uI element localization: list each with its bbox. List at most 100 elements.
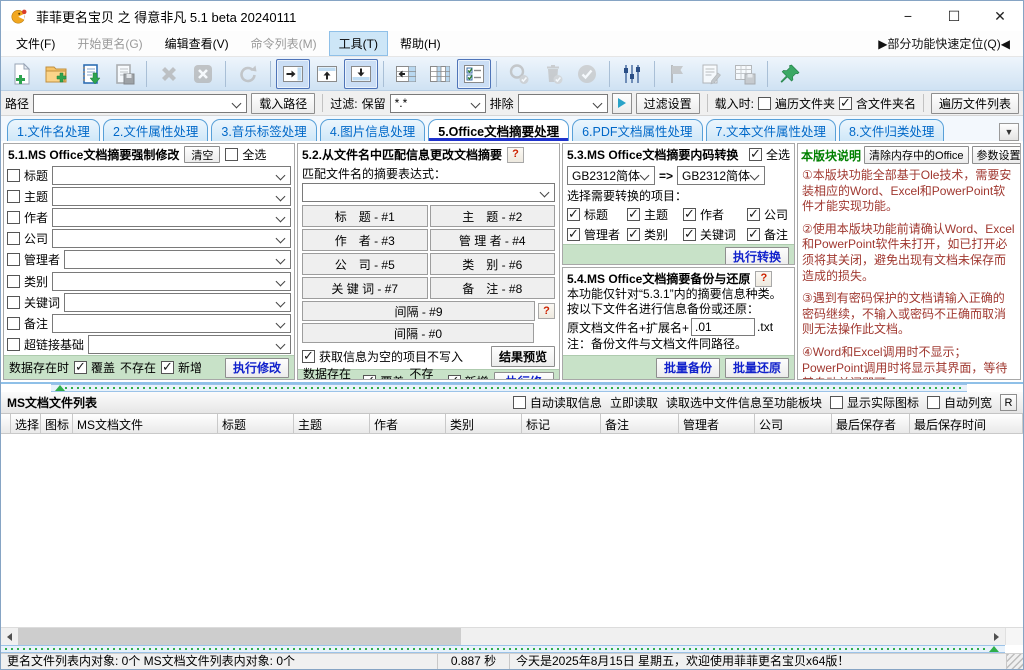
field-value-combobox[interactable] — [52, 208, 291, 227]
close-button[interactable]: ✕ — [977, 1, 1023, 31]
field-value-combobox[interactable] — [64, 293, 291, 312]
convert-item-checkbox-3[interactable]: 作者 — [683, 206, 747, 223]
column-header-8[interactable]: 标记 — [522, 414, 601, 433]
insert-tag-button-5[interactable]: 公 司 - #5 — [302, 253, 428, 275]
menu-edit-view[interactable]: 编辑查看(V) — [155, 31, 239, 56]
flag-button[interactable] — [660, 59, 694, 89]
field-checkbox[interactable] — [7, 296, 20, 309]
file-table-body[interactable] — [1, 434, 1023, 627]
insert-tag-button-4[interactable]: 管 理 者 - #4 — [430, 229, 556, 251]
select-all-checkbox-51[interactable]: 全选 — [225, 146, 266, 163]
help-button-52[interactable]: ? — [507, 147, 524, 163]
scroll-right-button[interactable] — [988, 628, 1005, 645]
convert-item-checkbox-8[interactable]: 备注 — [747, 226, 790, 243]
clear-box-button[interactable] — [186, 59, 220, 89]
field-checkbox[interactable] — [7, 338, 20, 351]
overwrite-checkbox-51[interactable]: 覆盖 — [74, 359, 115, 376]
convert-item-checkbox-2[interactable]: 主题 — [627, 206, 683, 223]
trash-check-button[interactable] — [536, 59, 570, 89]
traverse-folders-checkbox[interactable]: 遍历文件夹 — [758, 95, 835, 112]
tab-3-music-tags[interactable]: 3.音乐标签处理 — [211, 119, 316, 141]
tab-overflow-dropdown[interactable]: ▼ — [999, 123, 1019, 141]
encoding-from-combobox[interactable]: GB2312简体 — [567, 166, 655, 185]
filter-settings-button[interactable]: 过滤设置 — [636, 93, 700, 114]
insert-tag-button-3[interactable]: 作 者 - #3 — [302, 229, 428, 251]
field-value-combobox[interactable] — [88, 335, 291, 354]
column-header-5[interactable]: 主题 — [294, 414, 370, 433]
tab-2-file-attrs[interactable]: 2.文件属性处理 — [103, 119, 208, 141]
tab-7-text-attrs[interactable]: 7.文本文件属性处理 — [706, 119, 836, 141]
column-header-4[interactable]: 标题 — [218, 414, 294, 433]
select-all-checkbox-53[interactable]: 全选 — [749, 146, 790, 163]
show-real-icons-checkbox[interactable]: 显示实际图标 — [830, 394, 919, 411]
expression-combobox[interactable] — [302, 183, 555, 202]
field-checkbox[interactable] — [7, 190, 20, 203]
import-list-button[interactable] — [73, 59, 107, 89]
convert-item-checkbox-6[interactable]: 类别 — [627, 226, 683, 243]
menu-tools[interactable]: 工具(T) — [329, 31, 388, 56]
checklist-button[interactable] — [457, 59, 491, 89]
tab-1-filename[interactable]: 1.文件名处理 — [7, 119, 100, 141]
convert-item-checkbox-4[interactable]: 公司 — [747, 206, 790, 223]
save-list-button[interactable] — [107, 59, 141, 89]
panel-splitter-top[interactable] — [51, 384, 967, 392]
delete-x-button[interactable] — [152, 59, 186, 89]
menu-file[interactable]: 文件(F) — [6, 31, 65, 56]
insert-tag-button-8[interactable]: 备 注 - #8 — [430, 277, 556, 299]
insert-tag-button-1[interactable]: 标 题 - #1 — [302, 205, 428, 227]
field-checkbox[interactable] — [7, 169, 20, 182]
quick-locate-toggle[interactable]: ▶部分功能快速定位(Q)◀ — [878, 35, 1018, 52]
table-save-button[interactable] — [728, 59, 762, 89]
clear-fields-button[interactable]: 清空 — [184, 146, 220, 163]
include-folder-name-checkbox[interactable]: 含文件夹名 — [839, 95, 916, 112]
menu-start-rename[interactable]: 开始更名(G) — [67, 31, 152, 56]
reset-columns-button[interactable]: R — [1000, 394, 1017, 411]
append-checkbox-52[interactable]: 新增 — [448, 373, 489, 380]
execute-modify-button-51[interactable]: 执行修改 — [225, 358, 289, 378]
traverse-file-list-button[interactable]: 遍历文件列表 — [931, 93, 1019, 114]
sliders-button[interactable] — [615, 59, 649, 89]
scrollbar-track[interactable] — [461, 628, 988, 645]
check-circle-button[interactable] — [570, 59, 604, 89]
path-combobox[interactable] — [33, 94, 247, 113]
backup-suffix-input[interactable] — [691, 318, 755, 336]
column-header-7[interactable]: 类别 — [446, 414, 522, 433]
column-header-11[interactable]: 公司 — [755, 414, 832, 433]
field-value-combobox[interactable] — [64, 250, 291, 269]
menu-help[interactable]: 帮助(H) — [390, 31, 451, 56]
read-now-link[interactable]: 立即读取 — [610, 394, 658, 411]
column-header-10[interactable]: 管理者 — [679, 414, 755, 433]
keep-pattern-combobox[interactable]: *.* — [390, 94, 486, 113]
field-value-combobox[interactable] — [52, 272, 291, 291]
convert-item-checkbox-7[interactable]: 关键词 — [683, 226, 747, 243]
column-header-12[interactable]: 最后保存者 — [832, 414, 910, 433]
column-header-6[interactable]: 作者 — [370, 414, 446, 433]
pushpin-button[interactable] — [773, 59, 807, 89]
maximize-button[interactable]: ☐ — [931, 1, 977, 31]
panel-splitter-bottom[interactable] — [1, 645, 1005, 653]
table-pane-left-button[interactable] — [389, 59, 423, 89]
new-file-button[interactable] — [5, 59, 39, 89]
column-header-1[interactable]: 选择 — [11, 414, 41, 433]
tab-5-office-summary[interactable]: 5.Office文档摘要处理 — [428, 119, 569, 141]
gap-help-button[interactable]: ? — [538, 303, 555, 319]
field-value-combobox[interactable] — [52, 166, 291, 185]
gap-9-button[interactable]: 间隔 - #9 — [302, 301, 535, 321]
column-header-13[interactable]: 最后保存时间 — [910, 414, 1023, 433]
insert-tag-button-2[interactable]: 主 题 - #2 — [430, 205, 556, 227]
scroll-left-button[interactable] — [1, 628, 18, 645]
append-checkbox-51[interactable]: 新增 — [161, 359, 202, 376]
auto-column-width-checkbox[interactable]: 自动列宽 — [927, 394, 992, 411]
edit-note-button[interactable] — [694, 59, 728, 89]
execute-modify-button-52[interactable]: 执行修改 — [494, 372, 554, 381]
menu-command-list[interactable]: 命令列表(M) — [241, 31, 327, 56]
result-preview-button[interactable]: 结果预览 — [491, 346, 555, 367]
exclude-pattern-combobox[interactable] — [518, 94, 608, 113]
column-header-3[interactable]: MS文档文件 — [73, 414, 218, 433]
insert-tag-button-7[interactable]: 关 键 词 - #7 — [302, 277, 428, 299]
tab-4-image-info[interactable]: 4.图片信息处理 — [320, 119, 425, 141]
add-folder-button[interactable] — [39, 59, 73, 89]
batch-restore-button[interactable]: 批量还原 — [725, 358, 789, 378]
encoding-to-combobox[interactable]: GB2312简体 — [677, 166, 765, 185]
load-path-button[interactable]: 载入路径 — [251, 93, 315, 114]
